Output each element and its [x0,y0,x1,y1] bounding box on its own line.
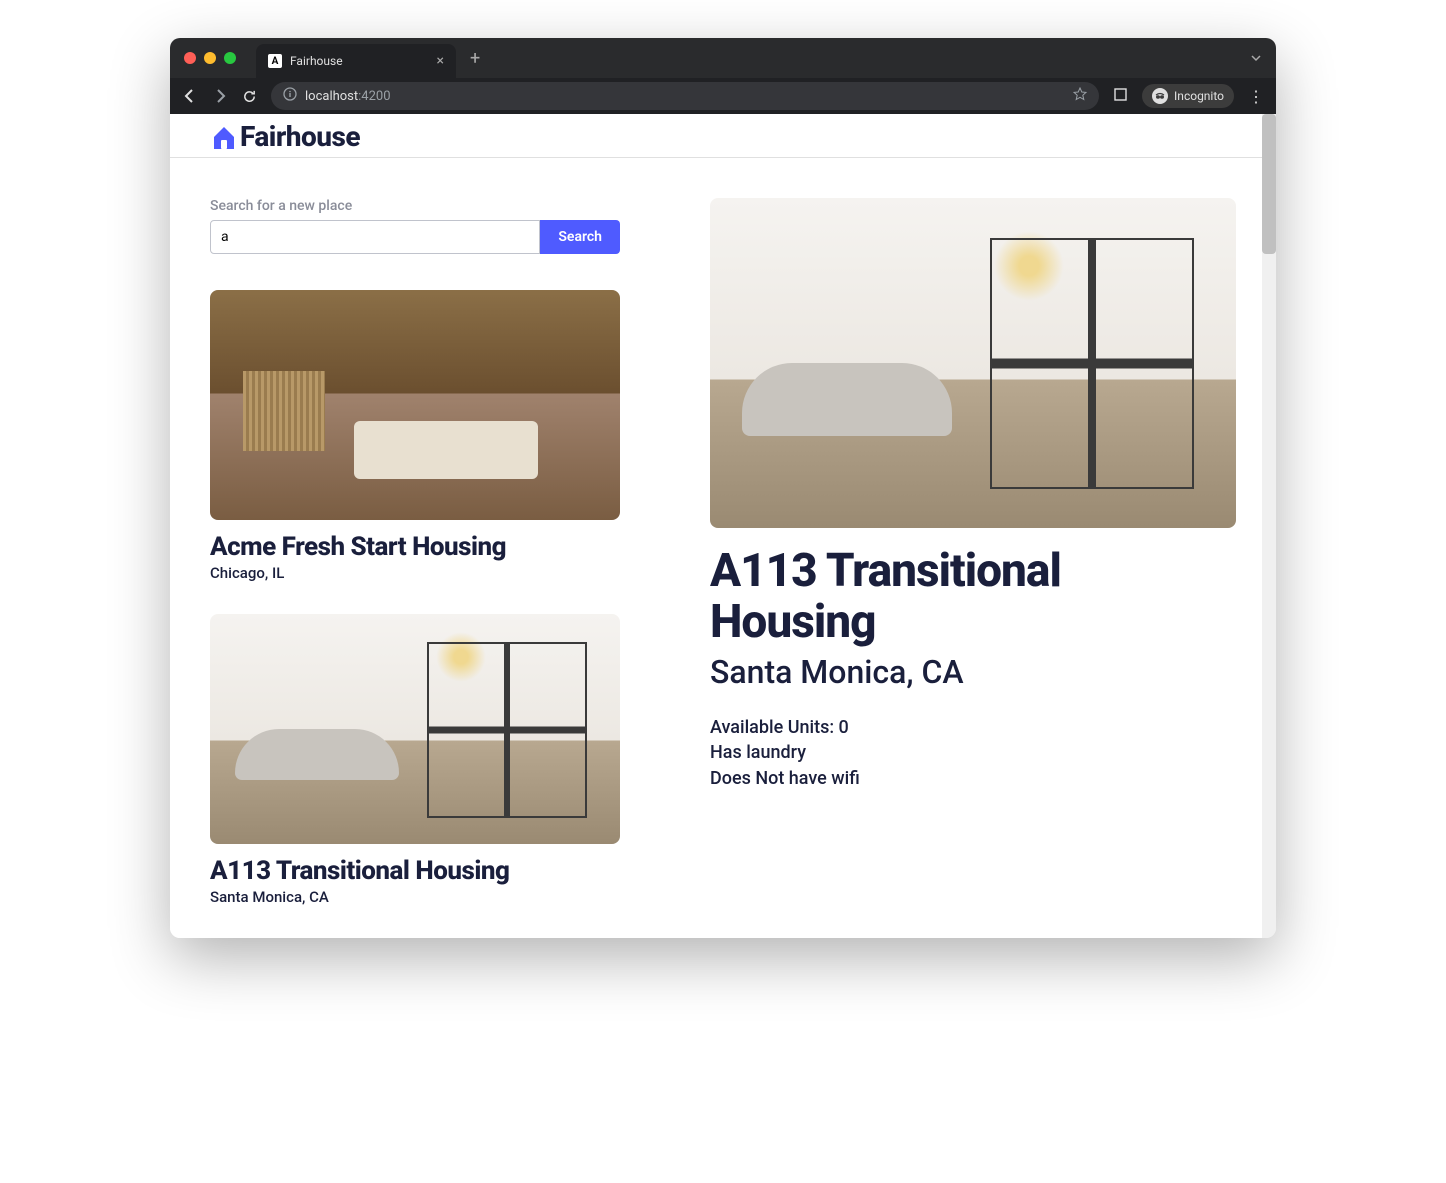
vertical-scrollbar[interactable] [1262,114,1276,938]
tab-title: Fairhouse [290,54,343,68]
window-controls [184,52,236,64]
forward-button[interactable] [212,88,228,104]
listing-card[interactable]: Acme Fresh Start Housing Chicago, IL [210,290,620,582]
new-tab-button[interactable]: + [470,48,480,69]
listing-title: Acme Fresh Start Housing [210,532,620,562]
app-header: Fairhouse [170,114,1276,158]
detail-wifi: Does Not have wifi [710,766,1236,791]
browser-tab[interactable]: A Fairhouse × [256,44,456,78]
browser-window: A Fairhouse × + localhost:4200 [170,38,1276,938]
reload-button[interactable] [242,89,257,104]
listing-title: A113 Transitional Housing [210,856,620,886]
listing-image [210,614,620,844]
bookmark-star-icon[interactable] [1073,87,1087,105]
close-tab-icon[interactable]: × [437,53,444,69]
listing-card[interactable]: A113 Transitional Housing Santa Monica, … [210,614,620,906]
minimize-window-button[interactable] [204,52,216,64]
listing-location: Santa Monica, CA [210,888,620,906]
detail-location: Santa Monica, CA [710,653,1236,691]
detail-laundry: Has laundry [710,740,1236,765]
incognito-label: Incognito [1174,89,1224,103]
search-button[interactable]: Search [540,220,620,254]
page-viewport: Fairhouse Search for a new place Search … [170,114,1276,938]
close-window-button[interactable] [184,52,196,64]
address-bar[interactable]: localhost:4200 [271,82,1099,110]
maximize-window-button[interactable] [224,52,236,64]
detail-available-units: Available Units: 0 [710,715,1236,740]
address-host: localhost:4200 [305,89,391,104]
incognito-icon [1152,88,1168,104]
logo-text: Fairhouse [240,120,360,153]
detail-image [710,198,1236,528]
search-input[interactable] [210,220,540,254]
detail-title: A113 Transitional Housing [710,546,1236,647]
scrollbar-thumb[interactable] [1262,114,1276,254]
incognito-badge[interactable]: Incognito [1142,84,1234,108]
tab-favicon: A [268,54,282,68]
back-button[interactable] [182,88,198,104]
search-label: Search for a new place [210,198,620,214]
listing-image [210,290,620,520]
detail-column: A113 Transitional Housing Santa Monica, … [710,198,1236,938]
listing-location: Chicago, IL [210,564,620,582]
site-info-icon[interactable] [283,87,297,105]
browser-menu-icon[interactable]: ⋮ [1248,87,1264,106]
browser-toolbar: localhost:4200 Incognito ⋮ [170,78,1276,114]
titlebar: A Fairhouse × + [170,38,1276,78]
extensions-icon[interactable] [1113,87,1128,105]
logo-house-icon [210,123,238,151]
search-and-results-column: Search for a new place Search Acme Fresh… [210,198,620,938]
tabs-dropdown-icon[interactable] [1250,49,1262,68]
